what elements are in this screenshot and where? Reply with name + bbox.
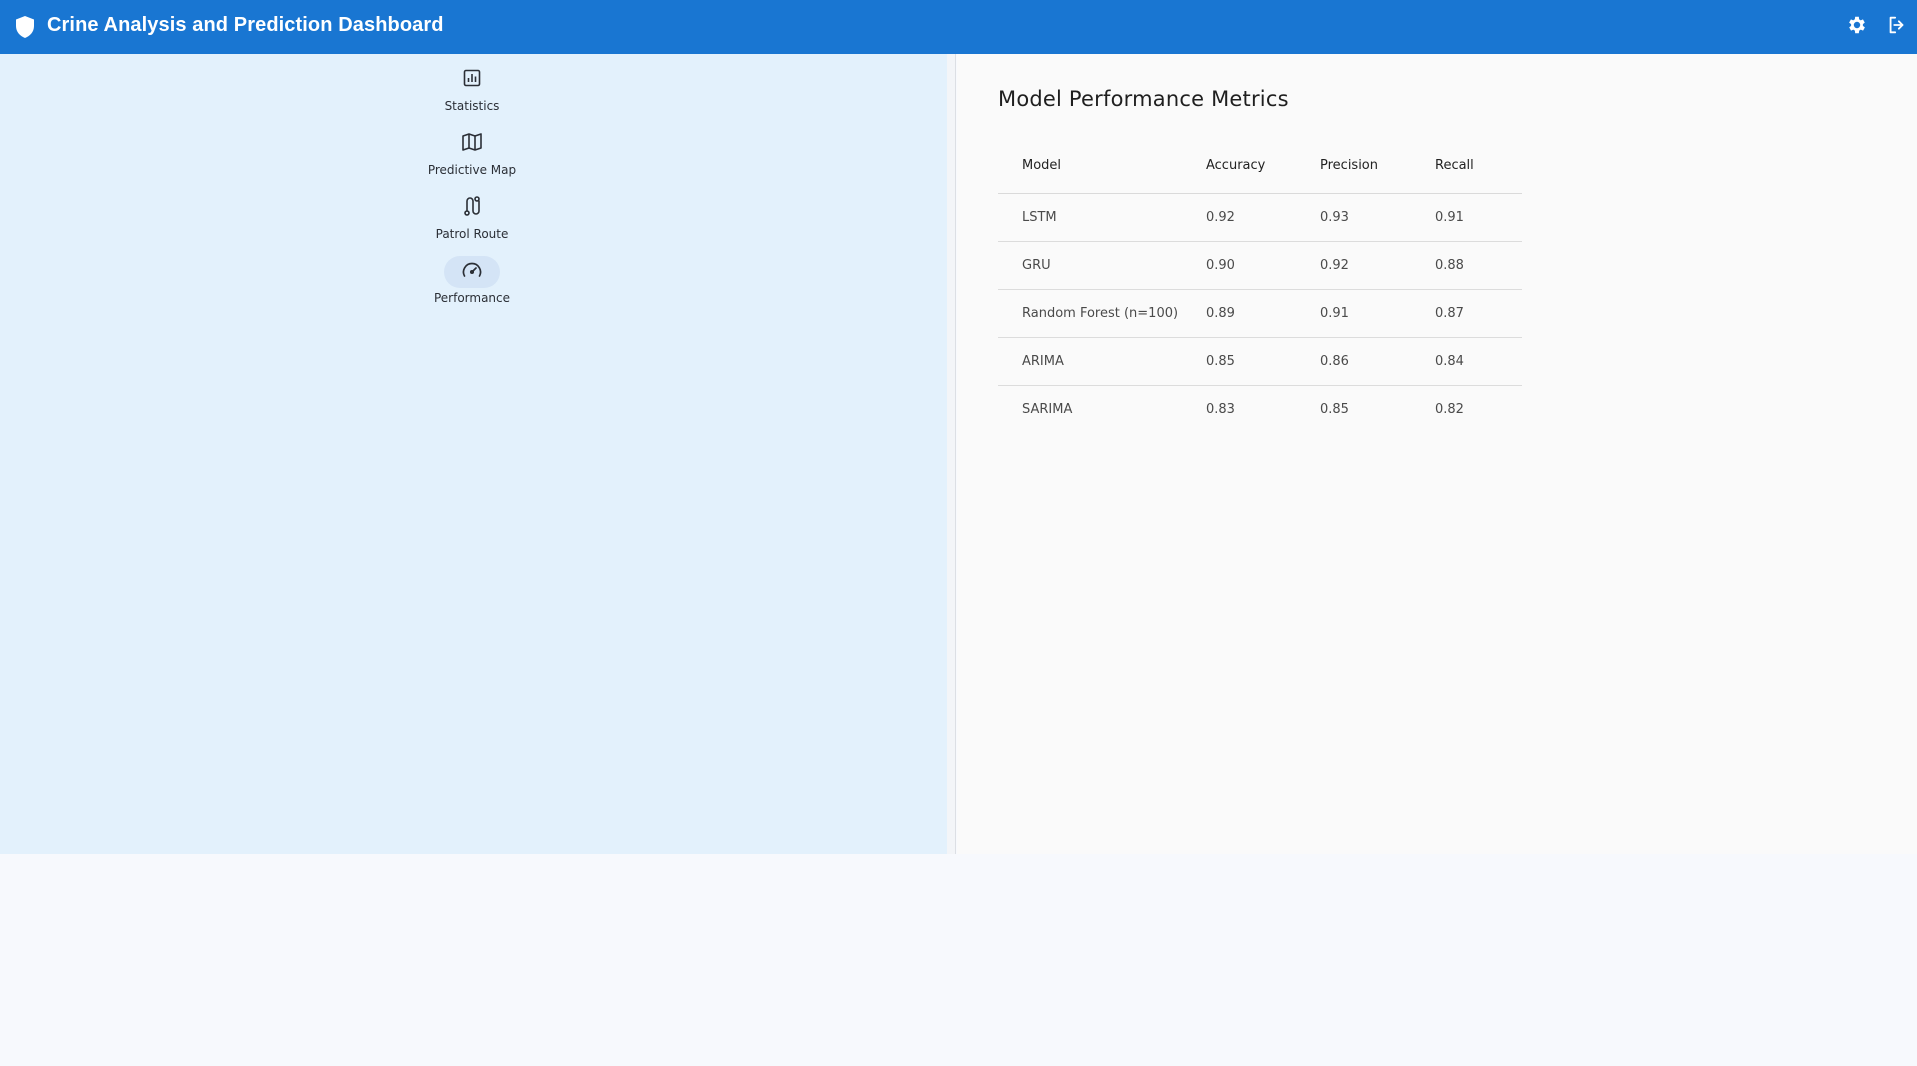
sidebar-item-patrol-route[interactable]: Patrol Route — [417, 192, 527, 252]
column-header-model: Model — [998, 138, 1206, 194]
table-row: GRU 0.90 0.92 0.88 — [998, 241, 1522, 290]
speedometer-icon — [461, 260, 483, 284]
cell-model: Random Forest (n=100) — [998, 289, 1206, 338]
settings-button[interactable] — [1844, 14, 1870, 40]
cell-accuracy: 0.85 — [1206, 337, 1320, 386]
sidebar: Statistics Predictive Map Patrol Route P… — [0, 54, 947, 854]
cell-accuracy: 0.83 — [1206, 402, 1235, 417]
page-title: Model Performance Metrics — [998, 87, 1289, 111]
sidebar-item-label: Performance — [433, 291, 511, 305]
cell-recall: 0.87 — [1435, 289, 1522, 338]
cell-precision: 0.85 — [1320, 402, 1349, 417]
cell-model: GRU — [998, 241, 1206, 290]
cell-precision: 0.92 — [1320, 241, 1435, 290]
sidebar-item-label: Patrol Route — [435, 227, 509, 241]
shield-icon — [14, 15, 36, 39]
cell-model: SARIMA — [1022, 402, 1073, 417]
app-bar: Crine Analysis and Prediction Dashboard — [0, 0, 1917, 54]
cell-precision: 0.93 — [1320, 193, 1435, 242]
column-header-recall: Recall — [1435, 138, 1522, 194]
cell-precision: 0.86 — [1320, 337, 1435, 386]
cell-recall: 0.91 — [1435, 193, 1522, 242]
table-row: SARIMA 0.83 0.85 0.82 — [998, 386, 1522, 434]
cell-precision: 0.91 — [1320, 289, 1435, 338]
route-icon — [462, 195, 482, 221]
gear-icon — [1846, 14, 1868, 40]
cell-recall: 0.82 — [1435, 402, 1464, 417]
table-row: ARIMA 0.85 0.86 0.84 — [998, 337, 1522, 386]
sidebar-item-label: Predictive Map — [427, 163, 517, 177]
app-title: Crine Analysis and Prediction Dashboard — [47, 14, 444, 36]
table-row: LSTM 0.92 0.93 0.91 — [998, 193, 1522, 242]
main-content: Model Performance Metrics Model Accuracy… — [957, 54, 1917, 854]
cell-recall: 0.84 — [1435, 337, 1522, 386]
nav-icon-container — [444, 192, 500, 224]
performance-table: Model Accuracy Precision Recall LSTM 0.9… — [998, 138, 1522, 433]
cell-recall: 0.88 — [1435, 241, 1522, 290]
logout-icon — [1886, 14, 1908, 40]
sidebar-item-label: Statistics — [444, 99, 500, 113]
cell-accuracy: 0.92 — [1206, 193, 1320, 242]
logout-button[interactable] — [1884, 14, 1910, 40]
bar-chart-icon — [462, 68, 482, 92]
nav-icon-container — [444, 128, 500, 160]
sidebar-item-performance[interactable]: Performance — [417, 256, 527, 316]
table-row: Random Forest (n=100) 0.89 0.91 0.87 — [998, 289, 1522, 338]
cell-model: ARIMA — [998, 337, 1206, 386]
cell-accuracy: 0.89 — [1206, 289, 1320, 338]
panel-divider — [947, 54, 956, 854]
cell-accuracy: 0.90 — [1206, 241, 1320, 290]
map-icon — [461, 132, 483, 156]
nav-icon-container — [444, 256, 500, 288]
sidebar-item-predictive-map[interactable]: Predictive Map — [417, 128, 527, 188]
nav-icon-container — [444, 64, 500, 96]
sidebar-item-statistics[interactable]: Statistics — [417, 64, 527, 124]
column-header-accuracy: Accuracy — [1206, 138, 1320, 194]
column-header-precision: Precision — [1320, 138, 1435, 194]
table-header-row: Model Accuracy Precision Recall — [998, 138, 1522, 194]
cell-model: LSTM — [998, 193, 1206, 242]
